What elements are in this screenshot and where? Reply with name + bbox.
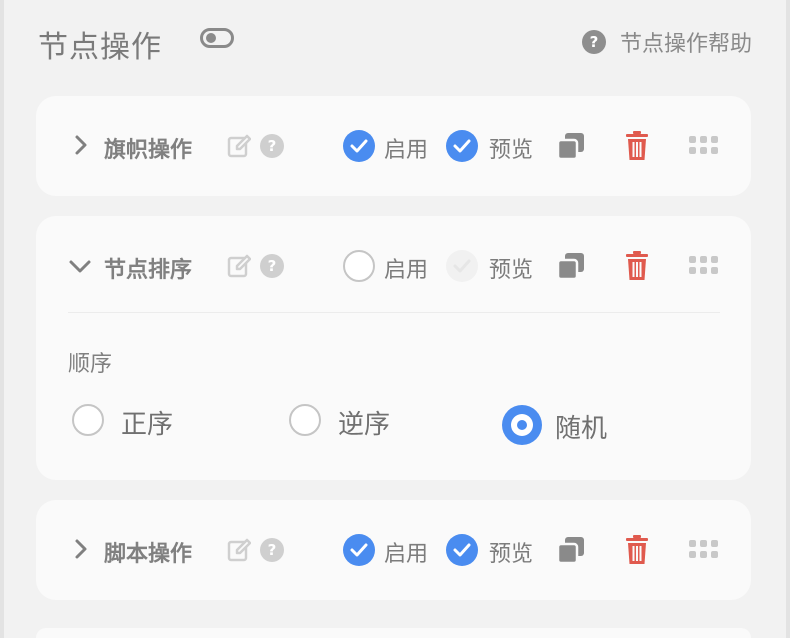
help-icon: ? bbox=[581, 30, 606, 54]
check-icon bbox=[453, 543, 471, 557]
card-row: 脚本操作 ? 启用 预览 bbox=[36, 500, 751, 600]
preview-label: 预览 bbox=[489, 138, 534, 163]
radio-label-random[interactable]: 随机 bbox=[555, 408, 607, 445]
radio-label-descending[interactable]: 逆序 bbox=[338, 404, 390, 441]
check-icon bbox=[350, 543, 368, 557]
enable-label: 启用 bbox=[384, 542, 429, 567]
radio-ascending[interactable] bbox=[72, 404, 104, 436]
divider bbox=[68, 312, 720, 313]
help-icon[interactable]: ? bbox=[260, 538, 284, 562]
preview-checkbox[interactable] bbox=[446, 130, 478, 162]
card-title: 节点排序 bbox=[104, 258, 193, 283]
trash-icon[interactable] bbox=[625, 251, 649, 281]
header: 节点操作 ? 节点操作帮助 bbox=[38, 20, 752, 65]
preview-label: 预览 bbox=[489, 258, 534, 283]
card-title: 脚本操作 bbox=[104, 542, 193, 567]
enable-label: 启用 bbox=[384, 138, 429, 163]
help-icon[interactable]: ? bbox=[260, 254, 284, 278]
card-flag-ops: 旗帜操作 ? 启用 预览 bbox=[36, 96, 751, 196]
page-title: 节点操作 bbox=[38, 30, 162, 65]
radio-random[interactable] bbox=[502, 405, 542, 445]
radio-label-ascending[interactable]: 正序 bbox=[121, 404, 173, 441]
help-link[interactable]: ? 节点操作帮助 bbox=[581, 26, 752, 58]
chevron-right-icon[interactable] bbox=[70, 133, 92, 157]
card-node-sort: 节点排序 ? 启用 预览 顺序 正序 逆序 随机 bbox=[36, 216, 751, 480]
preview-label: 预览 bbox=[489, 542, 534, 567]
help-icon[interactable]: ? bbox=[260, 134, 284, 158]
help-label: 节点操作帮助 bbox=[619, 32, 752, 57]
copy-icon[interactable] bbox=[557, 132, 585, 160]
card-row: 节点排序 ? 启用 预览 bbox=[36, 216, 751, 316]
radio-dot bbox=[517, 420, 527, 430]
order-label: 顺序 bbox=[68, 352, 113, 377]
copy-icon[interactable] bbox=[557, 252, 585, 280]
chevron-right-icon[interactable] bbox=[70, 537, 92, 561]
left-edge bbox=[0, 0, 4, 638]
trash-icon[interactable] bbox=[625, 131, 649, 161]
preview-checkbox[interactable] bbox=[446, 250, 478, 282]
copy-icon[interactable] bbox=[557, 536, 585, 564]
preview-checkbox[interactable] bbox=[446, 534, 478, 566]
radio-descending[interactable] bbox=[289, 404, 321, 436]
chevron-down-icon[interactable] bbox=[68, 255, 92, 277]
drag-handle-icon[interactable] bbox=[689, 255, 719, 275]
radio-ring bbox=[511, 414, 533, 436]
enable-label: 启用 bbox=[384, 258, 429, 283]
edit-icon[interactable] bbox=[227, 134, 251, 158]
right-edge bbox=[786, 0, 790, 638]
trash-icon[interactable] bbox=[625, 535, 649, 565]
toggle-knob bbox=[206, 33, 216, 43]
edit-icon[interactable] bbox=[227, 254, 251, 278]
check-icon bbox=[453, 139, 471, 153]
enable-checkbox[interactable] bbox=[343, 250, 375, 282]
edit-icon[interactable] bbox=[227, 538, 251, 562]
card-partial bbox=[36, 628, 751, 638]
enable-checkbox[interactable] bbox=[343, 534, 375, 566]
drag-handle-icon[interactable] bbox=[689, 539, 719, 559]
node-ops-toggle[interactable] bbox=[200, 28, 234, 48]
check-icon bbox=[350, 139, 368, 153]
card-title: 旗帜操作 bbox=[104, 138, 193, 163]
drag-handle-icon[interactable] bbox=[689, 135, 719, 155]
check-icon bbox=[453, 259, 471, 273]
card-script-ops: 脚本操作 ? 启用 预览 bbox=[36, 500, 751, 600]
card-row: 旗帜操作 ? 启用 预览 bbox=[36, 96, 751, 196]
enable-checkbox[interactable] bbox=[343, 130, 375, 162]
